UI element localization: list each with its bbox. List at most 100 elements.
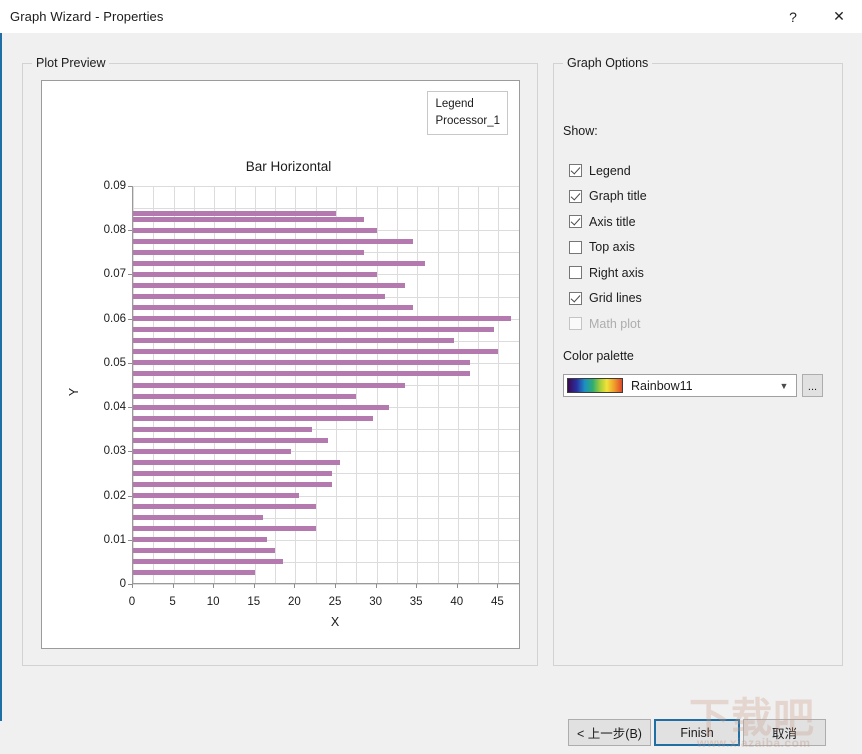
bar: [133, 294, 385, 300]
bar: [133, 316, 511, 322]
bar: [133, 238, 414, 244]
checkbox-label: Grid lines: [589, 291, 642, 306]
legend-title: Legend: [435, 98, 474, 110]
checkbox-icon[interactable]: [569, 215, 582, 229]
x-axis-ticks: 05101520253035404550: [128, 584, 519, 614]
finish-button[interactable]: Finish: [654, 719, 740, 746]
y-tick-label: 0.01: [103, 533, 126, 546]
x-tick-mark: [294, 584, 296, 588]
bar: [133, 249, 365, 255]
y-tick-mark: [128, 186, 132, 187]
y-tick-label: 0.09: [103, 180, 126, 192]
x-tick-label: 25: [328, 596, 342, 608]
bar: [133, 382, 406, 388]
bar: [133, 537, 267, 543]
color-palette-row: Rainbow11 ▼ ...: [563, 374, 823, 397]
cancel-button[interactable]: 取消: [743, 719, 826, 746]
back-button[interactable]: < 上一步(B): [568, 719, 651, 746]
bar: [133, 526, 316, 532]
checkbox-icon[interactable]: [569, 266, 582, 280]
checkbox-icon[interactable]: [569, 291, 582, 305]
legend-entry: Processor_1: [435, 114, 500, 127]
window-titlebar: Graph Wizard - Properties ? ✕: [0, 0, 862, 34]
bar: [133, 426, 312, 432]
close-icon: ✕: [833, 8, 845, 24]
window-title: Graph Wizard - Properties: [10, 9, 164, 24]
x-tick-mark: [456, 584, 458, 588]
gridline-vertical: [519, 186, 520, 583]
checkbox-label: Math plot: [589, 316, 641, 331]
y-tick-mark: [128, 318, 132, 320]
bar: [133, 570, 255, 576]
x-tick-mark: [253, 584, 255, 588]
x-tick-label: 30: [369, 596, 382, 608]
y-axis-title: Y: [67, 387, 82, 397]
x-tick-mark: [375, 584, 377, 588]
chart-bars: [133, 186, 519, 583]
color-palette-browse-button[interactable]: ...: [802, 374, 823, 397]
checkbox-row-graph-title[interactable]: Graph title: [569, 184, 819, 210]
y-tick-mark: [128, 539, 132, 541]
chart-legend: Legend Processor_1: [427, 91, 508, 136]
checkbox-row-grid-lines[interactable]: Grid lines: [569, 286, 819, 312]
y-tick-label: 0.05: [103, 356, 126, 369]
y-tick-mark: [128, 584, 132, 585]
x-tick-label: 35: [409, 596, 423, 608]
checkbox-icon[interactable]: [569, 189, 582, 203]
rainbow-gradient-swatch-icon: [567, 378, 623, 393]
bar: [133, 210, 336, 216]
y-tick-label: 0.02: [103, 489, 126, 502]
checkbox-row-axis-title[interactable]: Axis title: [569, 209, 819, 235]
bar: [133, 216, 365, 222]
bar: [133, 559, 284, 565]
bar: [133, 393, 357, 399]
y-tick-mark: [128, 362, 132, 364]
checkbox-row-legend[interactable]: Legend: [569, 158, 819, 184]
bar: [133, 515, 263, 521]
bar: [133, 305, 414, 311]
x-tick-mark: [213, 584, 215, 588]
color-palette-select[interactable]: Rainbow11 ▼: [563, 374, 797, 397]
chart-title: Bar Horizontal: [245, 159, 332, 174]
checkbox-row-right-axis[interactable]: Right axis: [569, 260, 819, 286]
bar: [133, 327, 495, 333]
y-tick-mark: [128, 230, 132, 232]
y-tick-mark: [128, 495, 132, 497]
checkbox-label: Axis title: [589, 214, 636, 229]
bar: [133, 482, 332, 487]
y-axis-ticks: 0 0.01 0.02 0.03 0.04 0.05 0.06 0.07 0.08 0.09: [82, 180, 126, 590]
checkbox-row-top-axis[interactable]: Top axis: [569, 235, 819, 261]
x-tick-label: 15: [247, 596, 261, 608]
bar: [133, 504, 316, 510]
close-button[interactable]: ✕: [816, 0, 862, 33]
color-palette-label: Color palette: [563, 349, 634, 363]
x-tick-label: 40: [450, 596, 464, 608]
bar: [133, 338, 454, 344]
checkbox-icon[interactable]: [569, 164, 582, 178]
bar: [133, 283, 406, 288]
y-tick-mark: [128, 274, 132, 276]
bar: [133, 371, 470, 377]
dialog-body: Plot Preview Legend Processor_1 Bar Hori…: [0, 33, 862, 750]
bar: [133, 260, 426, 266]
x-tick-label: 20: [287, 596, 301, 608]
x-tick-label: 0: [128, 596, 136, 608]
bar: [133, 227, 377, 233]
color-palette-value: Rainbow11: [631, 378, 693, 393]
checkbox-icon[interactable]: [569, 240, 582, 254]
chevron-down-icon: ▼: [779, 380, 789, 391]
bar: [133, 271, 377, 277]
y-tick-label: 0.08: [103, 224, 126, 237]
x-tick-label: 10: [206, 596, 220, 608]
bar: [133, 349, 499, 355]
bar: [133, 360, 470, 366]
bar: [133, 448, 292, 454]
checkbox-label: Legend: [589, 163, 631, 178]
x-tick-mark: [335, 584, 336, 588]
bar: [133, 470, 332, 476]
plot-preview-group-title: Plot Preview: [32, 56, 110, 70]
x-tick-mark: [416, 584, 418, 588]
y-tick-label: 0: [119, 578, 126, 590]
help-button[interactable]: ?: [770, 0, 816, 33]
plot-canvas: Legend Processor_1 Bar Horizontal 0 0.01 0…: [41, 80, 520, 649]
